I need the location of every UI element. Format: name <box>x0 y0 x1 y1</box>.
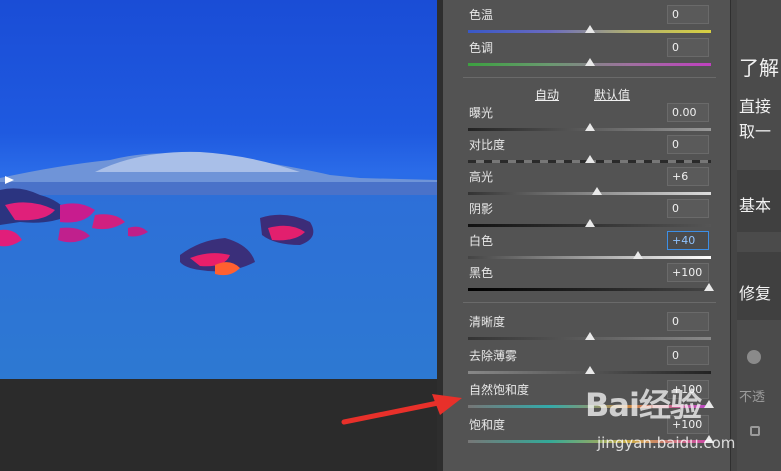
dehaze-label: 去除薄雾 <box>469 349 518 363</box>
blacks-slider-thumb[interactable] <box>704 283 714 291</box>
tint-slider-thumb[interactable] <box>585 58 595 66</box>
highlights-row: 高光 +6 <box>443 167 730 199</box>
contrast-label: 对比度 <box>469 138 506 152</box>
auto-button[interactable]: 自动 <box>535 86 559 103</box>
whites-slider-track[interactable] <box>468 256 711 259</box>
dehaze-input[interactable]: 0 <box>667 346 709 365</box>
section-divider <box>463 77 716 78</box>
red-annotation-arrow-icon <box>341 394 462 425</box>
exposure-row: 曝光 0.00 <box>443 103 730 135</box>
temperature-label: 色温 <box>469 8 494 22</box>
shadows-input[interactable]: 0 <box>667 199 709 218</box>
temperature-slider-thumb[interactable] <box>585 25 595 33</box>
blacks-slider-track[interactable] <box>468 288 711 291</box>
whites-row: 白色 +40 <box>443 231 730 263</box>
temperature-input[interactable]: 0 <box>667 5 709 24</box>
article-text-line: 直接 <box>739 97 772 116</box>
exposure-slider-thumb[interactable] <box>585 123 595 131</box>
highlights-input[interactable]: +6 <box>667 167 709 186</box>
highlights-slider-track[interactable] <box>468 192 711 195</box>
temperature-row: 色温 0 <box>443 5 730 37</box>
highlights-label: 高光 <box>469 170 494 184</box>
blacks-input[interactable]: +100 <box>667 263 709 282</box>
watermark-brand: Bai经验 <box>585 386 702 424</box>
shadows-row: 阴影 0 <box>443 199 730 231</box>
exposure-input[interactable]: 0.00 <box>667 103 709 122</box>
shadows-slider-thumb[interactable] <box>585 219 595 227</box>
blacks-row: 黑色 +100 <box>443 263 730 295</box>
section-divider <box>463 302 716 303</box>
tint-row: 色调 0 <box>443 38 730 70</box>
watermark: Bai经验 jingyan.baidu.com <box>585 380 755 470</box>
saturation-label: 饱和度 <box>469 418 506 432</box>
whites-slider-thumb[interactable] <box>633 251 643 259</box>
exposure-label: 曝光 <box>469 106 494 120</box>
tint-label: 色调 <box>469 41 494 55</box>
contrast-slider-thumb[interactable] <box>585 155 595 163</box>
dehaze-slider-thumb[interactable] <box>585 366 595 374</box>
highlights-slider-thumb[interactable] <box>592 187 602 195</box>
vibrance-label: 自然饱和度 <box>469 383 530 397</box>
circle-icon <box>747 350 761 364</box>
contrast-input[interactable]: 0 <box>667 135 709 154</box>
clarity-row: 清晰度 0 <box>443 312 730 344</box>
dehaze-row: 去除薄雾 0 <box>443 346 730 378</box>
article-text-line: 取一 <box>739 122 772 141</box>
whites-label: 白色 <box>469 234 494 248</box>
default-button[interactable]: 默认值 <box>594 86 630 103</box>
clarity-label: 清晰度 <box>469 315 506 329</box>
blacks-label: 黑色 <box>469 266 494 280</box>
shadows-label: 阴影 <box>469 202 494 216</box>
whites-input[interactable]: +40 <box>667 231 709 250</box>
clarity-slider-thumb[interactable] <box>585 332 595 340</box>
watermark-url: jingyan.baidu.com <box>597 434 736 452</box>
contrast-row: 对比度 0 <box>443 135 730 167</box>
landscape-image <box>0 151 437 379</box>
section-repair-heading: 修复 <box>739 284 772 303</box>
clarity-input[interactable]: 0 <box>667 312 709 331</box>
photo-preview[interactable] <box>0 0 437 379</box>
article-heading: 了解 <box>739 56 779 80</box>
tint-input[interactable]: 0 <box>667 38 709 57</box>
section-basic-heading: 基本 <box>739 196 772 215</box>
